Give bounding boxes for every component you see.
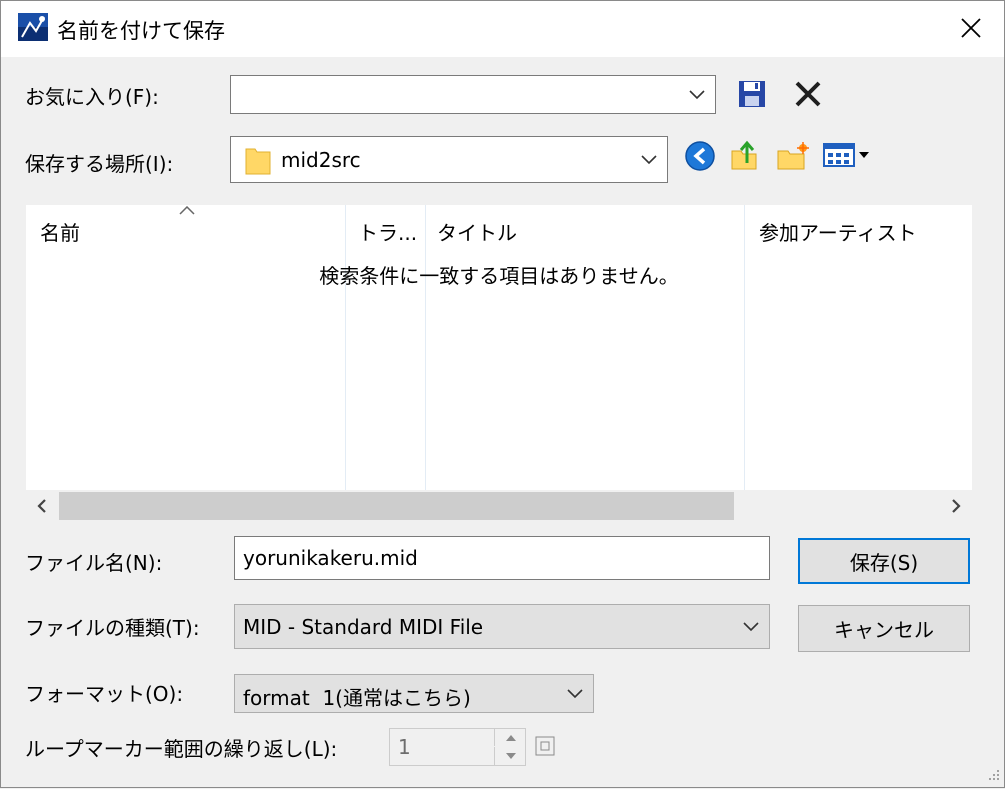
resize-grip-icon	[989, 770, 999, 780]
checkbox-icon	[535, 736, 555, 756]
filename-value: yorunikakeru.mid	[243, 546, 418, 570]
filename-input[interactable]: yorunikakeru.mid	[234, 536, 770, 580]
sort-ascending-icon	[179, 206, 195, 215]
spin-down-button[interactable]	[494, 747, 526, 765]
chevron-down-icon	[567, 688, 583, 698]
view-menu-icon	[823, 143, 869, 167]
favorites-combo[interactable]	[230, 75, 716, 114]
folder-up-icon	[731, 140, 757, 170]
new-folder-button[interactable]	[776, 141, 810, 171]
window-title: 名前を付けて保存	[57, 19, 225, 43]
floppy-disk-icon	[739, 81, 765, 107]
chevron-down-icon	[689, 89, 705, 99]
up-folder-button[interactable]	[730, 139, 760, 171]
delete-favorite-button[interactable]	[792, 79, 824, 109]
spin-down-icon	[505, 753, 516, 759]
column-header-name[interactable]: 名前	[40, 217, 80, 246]
loop-count-spinner[interactable]: 1	[389, 728, 526, 766]
filetype-value: MID - Standard MIDI File	[243, 615, 484, 639]
chevron-down-icon	[743, 621, 759, 631]
column-header-track[interactable]: トラ...	[358, 217, 417, 246]
favorites-label: お気に入り(F):	[25, 85, 159, 109]
scroll-left-icon[interactable]	[36, 499, 48, 513]
filetype-label: ファイルの種類(T):	[25, 616, 200, 640]
back-arrow-icon	[685, 141, 715, 171]
spin-up-icon	[505, 734, 516, 741]
view-menu-button[interactable]	[823, 141, 873, 169]
column-header-title[interactable]: タイトル	[437, 217, 517, 246]
column-divider	[425, 205, 426, 490]
spin-up-button[interactable]	[494, 729, 526, 746]
close-icon	[961, 18, 981, 38]
chevron-down-icon	[641, 154, 657, 164]
location-label: 保存する場所(I):	[25, 152, 174, 176]
location-folder-name: mid2src	[281, 148, 361, 172]
resize-grip[interactable]	[983, 765, 1001, 783]
save-favorite-button[interactable]	[737, 79, 767, 109]
save-as-dialog: 名前を付けて保存 お気に入り(F): 保存する場所(I): mid2src 名前…	[0, 0, 1005, 788]
cancel-button[interactable]: キャンセル	[798, 605, 970, 652]
new-folder-icon	[777, 142, 809, 170]
back-button[interactable]	[684, 140, 716, 172]
file-list[interactable]: 名前 トラ... タイトル 参加アーティスト 検索条件に一致する項目はありません…	[26, 205, 972, 490]
title-bar: 名前を付けて保存	[1, 1, 1004, 57]
column-divider	[744, 205, 745, 490]
loop-count-value: 1	[398, 735, 411, 759]
empty-message: 検索条件に一致する項目はありません。	[319, 264, 679, 288]
location-combo[interactable]: mid2src	[230, 136, 668, 183]
format-select[interactable]: format 1(通常はこちら)	[234, 674, 594, 713]
folder-icon	[245, 148, 271, 175]
filetype-select[interactable]: MID - Standard MIDI File	[234, 604, 770, 649]
column-header-artist[interactable]: 参加アーティスト	[759, 217, 917, 246]
close-button[interactable]	[951, 9, 991, 47]
filename-label: ファイル名(N):	[25, 551, 163, 575]
horizontal-scrollbar[interactable]	[26, 490, 972, 522]
delete-x-icon	[795, 81, 821, 107]
scrollbar-thumb[interactable]	[59, 492, 734, 520]
format-value: format 1(通常はこちら)	[243, 686, 471, 710]
loop-checkbox[interactable]	[535, 736, 555, 756]
format-label: フォーマット(O):	[25, 682, 184, 706]
loop-label: ループマーカー範囲の繰り返し(L):	[25, 737, 338, 761]
column-divider	[345, 205, 346, 490]
scroll-right-icon[interactable]	[950, 499, 962, 513]
save-button[interactable]: 保存(S)	[798, 538, 970, 584]
app-icon	[18, 13, 48, 41]
